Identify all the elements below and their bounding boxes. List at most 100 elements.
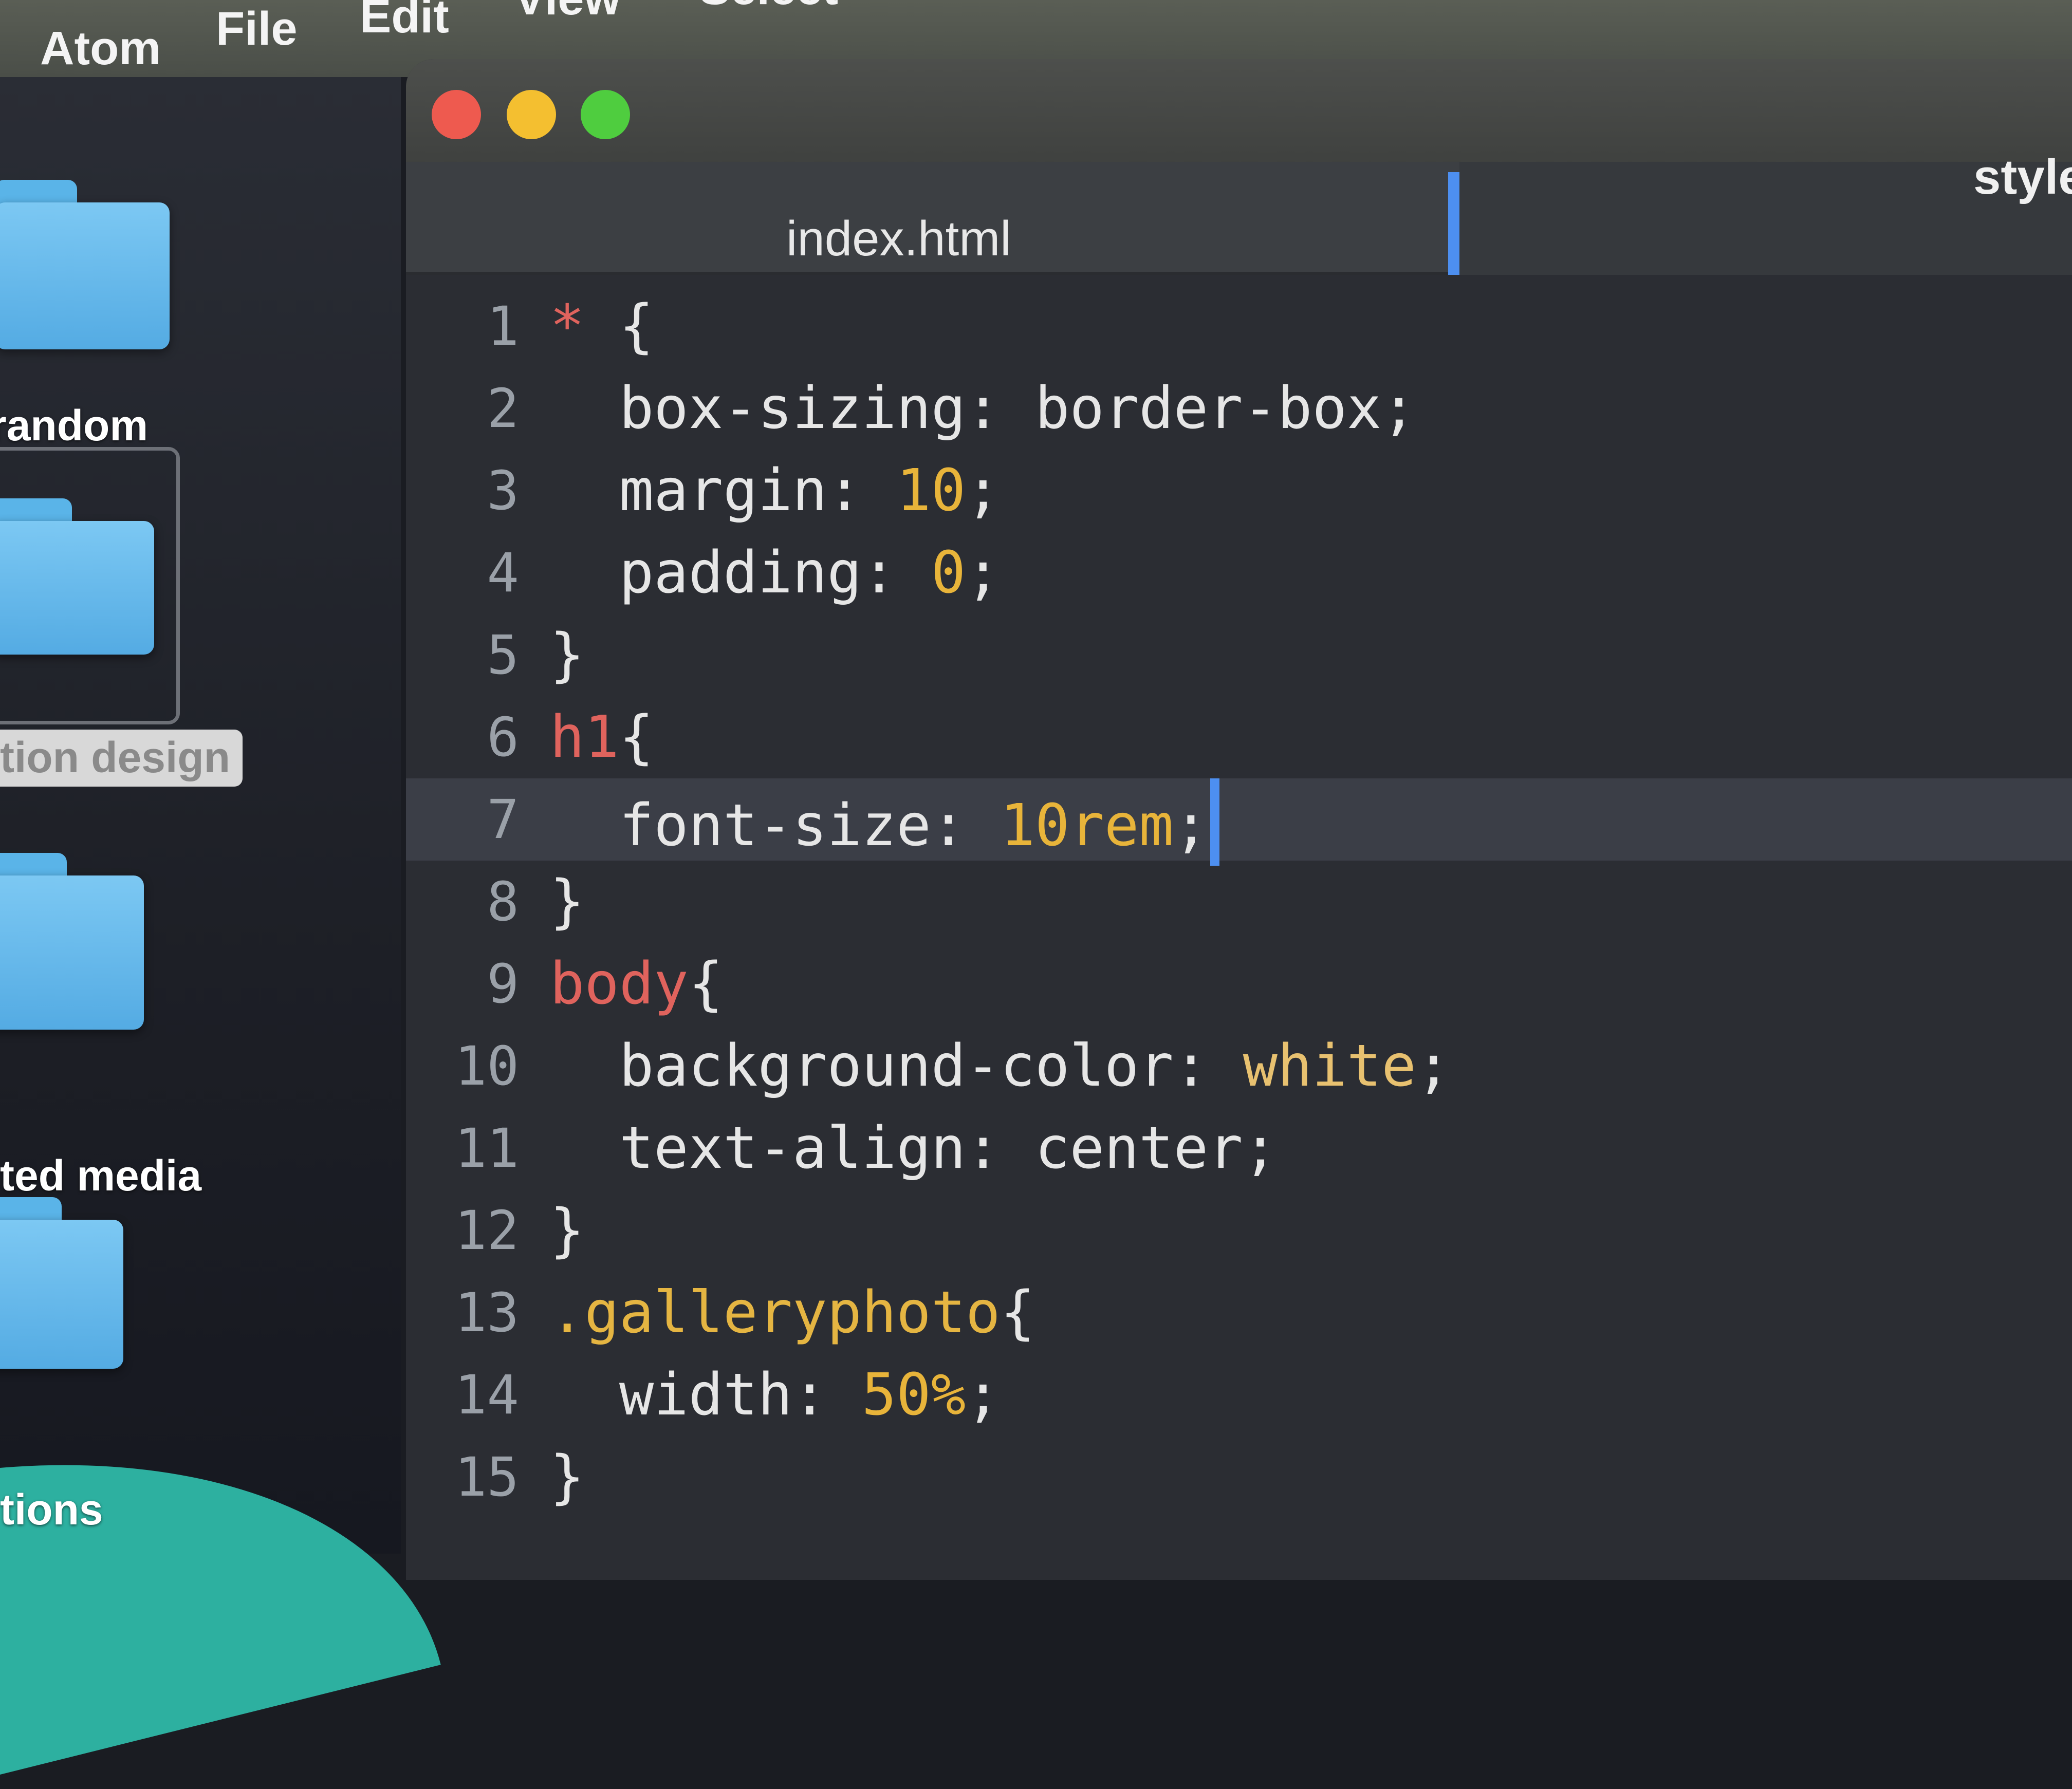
code-token: 10 — [896, 457, 966, 524]
line-number: 12 — [454, 1199, 519, 1262]
code-token: 50% — [861, 1362, 966, 1428]
code-text: text-align: center; — [550, 1107, 1278, 1189]
code-text: } — [550, 861, 584, 943]
code-token: 0 — [931, 539, 966, 606]
menu-file[interactable]: File — [216, 2, 297, 56]
code-line[interactable]: 6 h1{ — [406, 696, 2072, 778]
code-token: font-size — [550, 792, 931, 859]
code-token: : — [827, 457, 897, 524]
code-token: : — [1173, 1033, 1243, 1100]
folder-label-tion-design[interactable]: tion design — [0, 730, 243, 787]
code-token: width — [550, 1362, 793, 1428]
code-line[interactable]: 8} — [406, 861, 2072, 943]
menu-view[interactable]: View — [514, 0, 621, 26]
code-line[interactable]: 2 box-sizing: border-box; — [406, 367, 2072, 450]
folder-label-ted-media[interactable]: ted media — [0, 1151, 201, 1201]
code-token: .galleryphoto — [550, 1279, 1001, 1346]
code-token: white — [1243, 1033, 1416, 1100]
folder-icon[interactable] — [0, 180, 170, 349]
code-token: { — [619, 293, 654, 360]
code-line[interactable]: 7 font-size: 10rem; — [406, 778, 2072, 866]
line-number: 5 — [487, 624, 519, 686]
code-line[interactable]: 1 * { — [406, 285, 2072, 367]
titlebar — [406, 59, 2072, 164]
desktop: random tion design ted media tions — [0, 77, 441, 1789]
maximize-window-button[interactable] — [581, 90, 630, 139]
code-token: background-color — [550, 1033, 1174, 1100]
folder-icon[interactable] — [0, 498, 154, 655]
code-token: : — [931, 792, 1001, 859]
line-number: 7 — [487, 788, 519, 851]
code-line[interactable]: 14 width: 50%; — [406, 1354, 2072, 1436]
code-line[interactable]: 12} — [406, 1189, 2072, 1272]
close-window-button[interactable] — [432, 90, 481, 139]
code-text: } — [550, 1436, 584, 1518]
line-number: 15 — [454, 1446, 519, 1508]
code-token: * — [550, 293, 619, 360]
tab-index-html[interactable]: index.html — [406, 162, 1459, 295]
folder-label-tions[interactable]: tions — [0, 1485, 103, 1535]
line-number: 10 — [454, 1035, 519, 1097]
folder-icon[interactable] — [0, 1197, 123, 1369]
code-token: ; — [966, 457, 1001, 524]
code-text: font-size: 10rem; — [550, 778, 1220, 867]
code-token: body — [550, 951, 689, 1017]
code-token: } — [550, 622, 585, 688]
code-token: border-box — [1035, 375, 1382, 442]
code-token: } — [550, 1197, 585, 1264]
code-text: width: 50%; — [550, 1354, 1001, 1436]
line-number: 14 — [454, 1364, 519, 1426]
text-cursor — [1210, 778, 1220, 866]
line-number: 11 — [454, 1117, 519, 1180]
code-token: center — [1035, 1115, 1243, 1182]
code-text: h1{ — [550, 696, 654, 778]
code-line[interactable]: 4 padding: 0; — [406, 532, 2072, 614]
folder-icon[interactable] — [0, 853, 144, 1030]
line-number: 8 — [487, 870, 519, 933]
tab-title: index.html — [786, 211, 1011, 266]
code-text: margin: 10; — [550, 450, 1001, 532]
minimize-window-button[interactable] — [507, 90, 556, 139]
code-token: } — [550, 1444, 585, 1511]
code-token: ; — [1416, 1033, 1451, 1100]
code-token: text-align — [550, 1115, 966, 1182]
code-token: ; — [966, 1362, 1001, 1428]
code-line[interactable]: 5} — [406, 614, 2072, 696]
code-token: 10rem — [1000, 792, 1174, 859]
code-line[interactable]: 13 .galleryphoto{ — [406, 1272, 2072, 1354]
code-token: margin — [550, 457, 827, 524]
code-token: ; — [966, 539, 1001, 606]
code-token: : — [966, 1115, 1035, 1182]
code-line[interactable]: 10 background-color: white; — [406, 1025, 2072, 1107]
code-editor[interactable]: 1 * {2 box-sizing: border-box; 3 margin: 1… — [406, 275, 2072, 1580]
line-number: 2 — [487, 377, 519, 440]
tab-title: styles — [1973, 150, 2072, 204]
code-token: : — [966, 375, 1035, 442]
code-line[interactable]: 9 body{ — [406, 943, 2072, 1025]
code-text: * { — [550, 285, 654, 367]
code-token: { — [619, 704, 654, 771]
code-token: padding — [550, 539, 862, 606]
code-token: : — [861, 539, 931, 606]
code-text: } — [550, 1189, 584, 1272]
code-text: background-color: white; — [550, 1025, 1451, 1107]
menu-edit[interactable]: Edit — [360, 0, 449, 44]
code-line[interactable]: 15} — [406, 1436, 2072, 1518]
line-number: 6 — [487, 706, 519, 769]
line-number: 13 — [454, 1281, 519, 1344]
atom-window: index.html styles 1* {2 box-sizing: bord… — [406, 59, 2072, 1580]
code-line[interactable]: 11 text-align: center; — [406, 1107, 2072, 1189]
folder-label-random[interactable]: random — [0, 401, 148, 451]
tab-bar: index.html styles — [406, 150, 2072, 295]
wallpaper-wave — [0, 1365, 441, 1789]
line-number: 9 — [487, 953, 519, 1015]
code-text: box-sizing: border-box; — [550, 367, 1416, 450]
menu-select[interactable]: Select — [699, 0, 838, 15]
menu-app-atom[interactable]: Atom — [40, 22, 161, 76]
line-number: 4 — [487, 542, 519, 604]
code-line[interactable]: 3 margin: 10; — [406, 450, 2072, 532]
code-text: } — [550, 614, 584, 696]
code-token: ; — [1381, 375, 1416, 442]
code-token: ; — [1173, 792, 1209, 859]
tab-styles[interactable]: styles — [1459, 150, 2072, 275]
